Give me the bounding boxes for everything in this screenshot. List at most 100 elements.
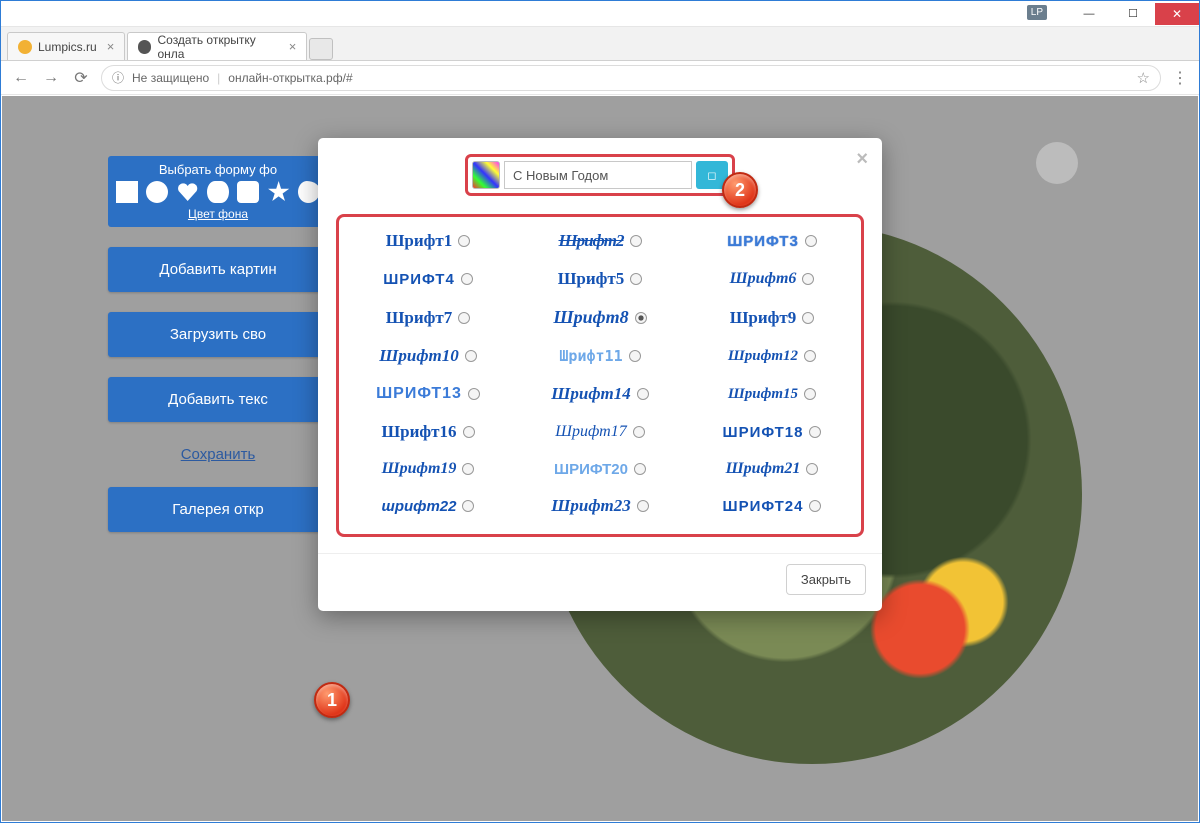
font-radio[interactable] bbox=[458, 312, 470, 324]
browser-tab-lumpics[interactable]: Lumpics.ru × bbox=[7, 32, 125, 60]
add-image-button[interactable]: Добавить картин bbox=[108, 247, 328, 292]
annotation-badge-2: 2 bbox=[722, 172, 758, 208]
save-link[interactable]: Сохранить bbox=[108, 442, 328, 467]
font-option-label: Шрифт10 bbox=[379, 346, 459, 366]
font-option[interactable]: Шрифт1 bbox=[345, 231, 511, 251]
font-option-label: Шрифт7 bbox=[386, 308, 453, 328]
url-text: онлайн-открытка.рф/# bbox=[228, 71, 352, 85]
color-picker-button[interactable] bbox=[472, 161, 500, 189]
font-option-label: ШРИФТ13 bbox=[376, 385, 462, 403]
font-radio[interactable] bbox=[804, 388, 816, 400]
font-option[interactable]: Шрифт8 bbox=[517, 307, 683, 328]
font-option[interactable]: Шрифт15 bbox=[689, 384, 855, 404]
font-grid: Шрифт1 Шрифт2 ШРИФТ3 ШРИФТ4 Шрифт5 Шрифт6 Шриф… bbox=[345, 231, 855, 516]
shape-star-icon[interactable] bbox=[268, 181, 290, 203]
close-icon[interactable]: × bbox=[107, 39, 115, 54]
upload-button[interactable]: Загрузить сво bbox=[108, 312, 328, 357]
font-option-label: Шрифт16 bbox=[381, 422, 456, 442]
font-option[interactable]: Шрифт19 bbox=[345, 460, 511, 478]
font-option[interactable]: Шрифт23 bbox=[517, 496, 683, 516]
font-option[interactable]: Шрифт7 bbox=[345, 307, 511, 328]
menu-icon[interactable]: ⋮ bbox=[1171, 68, 1189, 88]
bookmark-icon[interactable]: ☆ bbox=[1137, 69, 1150, 87]
font-option[interactable]: Шрифт6 bbox=[689, 269, 855, 289]
font-radio[interactable] bbox=[461, 273, 473, 285]
background-color-link[interactable]: Цвет фона bbox=[116, 207, 320, 221]
new-tab-button[interactable] bbox=[309, 38, 333, 60]
font-radio[interactable] bbox=[802, 312, 814, 324]
font-option[interactable]: Шрифт5 bbox=[517, 269, 683, 289]
font-radio[interactable] bbox=[634, 463, 646, 475]
font-option-label: шрифт22 bbox=[382, 498, 457, 515]
font-option[interactable]: Шрифт14 bbox=[517, 384, 683, 404]
font-radio[interactable] bbox=[630, 273, 642, 285]
notification-bubble bbox=[1036, 142, 1078, 184]
font-radio[interactable] bbox=[463, 426, 475, 438]
lp-badge: LP bbox=[1027, 5, 1047, 20]
font-radio[interactable] bbox=[809, 500, 821, 512]
font-radio[interactable] bbox=[629, 350, 641, 362]
gallery-button[interactable]: Галерея откр bbox=[108, 487, 328, 532]
font-radio[interactable] bbox=[637, 500, 649, 512]
favicon-icon bbox=[18, 40, 32, 54]
close-button[interactable]: Закрыть bbox=[786, 564, 866, 595]
shape-oval-icon[interactable] bbox=[207, 181, 229, 203]
font-option-label: Шрифт8 bbox=[553, 307, 628, 328]
font-radio[interactable] bbox=[804, 350, 816, 362]
font-radio[interactable] bbox=[637, 388, 649, 400]
font-option-label: Шрифт12 bbox=[728, 348, 798, 365]
shape-circle-icon[interactable] bbox=[146, 181, 168, 203]
add-text-button[interactable]: Добавить текс bbox=[108, 377, 328, 422]
close-icon[interactable]: × bbox=[289, 39, 297, 54]
font-radio[interactable] bbox=[635, 312, 647, 324]
font-radio[interactable] bbox=[809, 426, 821, 438]
font-radio[interactable] bbox=[458, 235, 470, 247]
font-option[interactable]: ШРИФТ24 bbox=[689, 496, 855, 516]
tab-title: Lumpics.ru bbox=[38, 40, 97, 54]
font-option[interactable]: Шрифт12 bbox=[689, 346, 855, 366]
font-option-label: ШРИФТ24 bbox=[723, 498, 804, 515]
shape-square-icon[interactable] bbox=[116, 181, 138, 203]
window-close-button[interactable] bbox=[1155, 3, 1199, 25]
font-option-label: Шрифт17 bbox=[555, 423, 626, 441]
font-option[interactable]: Шрифт16 bbox=[345, 422, 511, 442]
window-maximize-button[interactable] bbox=[1111, 3, 1155, 25]
font-option-label: ШРИФТ18 bbox=[723, 424, 804, 441]
browser-tab-postcard[interactable]: Создать открытку онла × bbox=[127, 32, 307, 60]
font-option[interactable]: ШРИФТ18 bbox=[689, 422, 855, 442]
greeting-text-input[interactable] bbox=[504, 161, 692, 189]
font-radio[interactable] bbox=[465, 350, 477, 362]
font-radio[interactable] bbox=[462, 500, 474, 512]
font-option-label: Шрифт11 bbox=[559, 347, 622, 365]
font-option[interactable]: Шрифт11 bbox=[517, 346, 683, 366]
font-option[interactable]: ШРИФТ20 bbox=[517, 460, 683, 478]
shape-rounded-icon[interactable] bbox=[237, 181, 259, 203]
font-option[interactable]: шрифт22 bbox=[345, 496, 511, 516]
font-option[interactable]: Шрифт2 bbox=[517, 231, 683, 251]
font-option[interactable]: Шрифт17 bbox=[517, 422, 683, 442]
reload-icon[interactable]: ⟳ bbox=[71, 68, 91, 88]
modal-body: Шрифт1 Шрифт2 ШРИФТ3 ШРИФТ4 Шрифт5 Шрифт6 Шриф… bbox=[318, 206, 882, 553]
address-bar[interactable]: ⓘ Не защищено | онлайн-открытка.рф/# ☆ bbox=[101, 65, 1161, 91]
font-option[interactable]: Шрифт21 bbox=[689, 460, 855, 478]
font-radio[interactable] bbox=[462, 463, 474, 475]
shape-heart-icon[interactable] bbox=[177, 181, 199, 203]
font-radio[interactable] bbox=[805, 235, 817, 247]
font-radio[interactable] bbox=[633, 426, 645, 438]
font-option[interactable]: ШРИФТ3 bbox=[689, 231, 855, 251]
forward-icon[interactable]: → bbox=[41, 69, 61, 87]
window-minimize-button[interactable] bbox=[1067, 3, 1111, 25]
font-modal: × Шрифт1Шрифт2ШРИФТ3ШРИФТ4Шрифт5Шрифт6Шр… bbox=[318, 138, 882, 611]
font-radio[interactable] bbox=[468, 388, 480, 400]
font-radio[interactable] bbox=[630, 235, 642, 247]
font-option[interactable]: Шрифт10 bbox=[345, 346, 511, 366]
font-radio[interactable] bbox=[802, 273, 814, 285]
font-radio[interactable] bbox=[806, 463, 818, 475]
font-option[interactable]: ШРИФТ13 bbox=[345, 384, 511, 404]
font-option[interactable]: Шрифт9 bbox=[689, 307, 855, 328]
modal-close-icon[interactable]: × bbox=[856, 148, 868, 171]
shape-blob-icon[interactable] bbox=[298, 181, 320, 203]
annotation-badge-1: 1 bbox=[314, 682, 350, 718]
font-option[interactable]: ШРИФТ4 bbox=[345, 269, 511, 289]
back-icon[interactable]: ← bbox=[11, 69, 31, 87]
